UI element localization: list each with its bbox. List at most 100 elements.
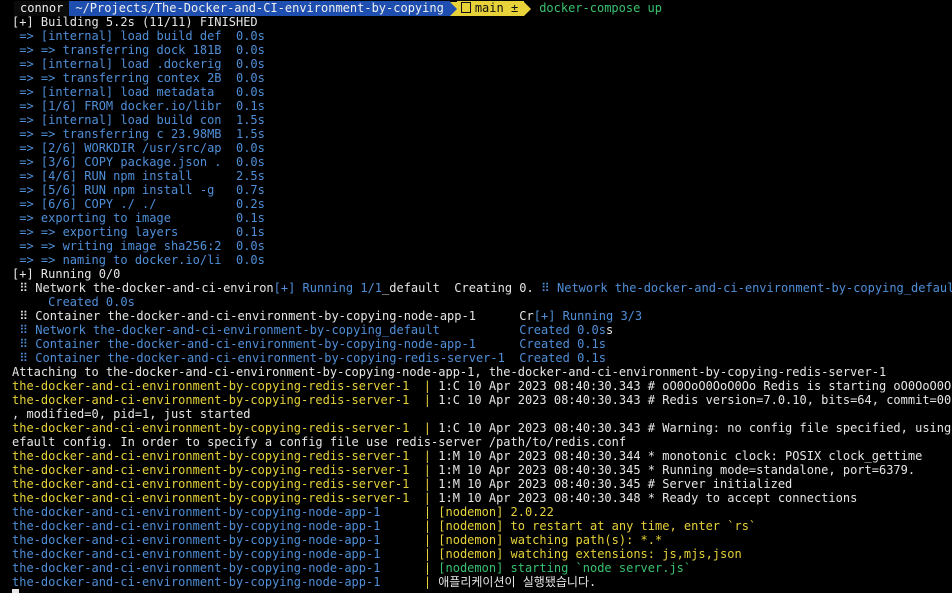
terminal-text-segment: ⠿ Container the-docker-and-ci-environmen… [12,351,606,365]
terminal-line: ⠿ Container the-docker-and-ci-environmen… [12,337,606,351]
terminal-text-segment: => [2/6] WORKDIR /usr/src/ap 0.0s [12,141,265,155]
terminal-text-segment: the-docker-and-ci-environment-by-copying… [12,491,439,505]
terminal-text-segment: 1:M 10 Apr 2023 08:40:30.348 * Ready to … [438,491,858,505]
terminal-line: efault config. In order to specify a con… [12,435,626,449]
terminal-line: the-docker-and-ci-environment-by-copying… [12,477,792,491]
git-branch-icon [460,2,471,13]
terminal-line: => [5/6] RUN npm install -g 0.7s [12,183,265,197]
terminal-line: => [internal] load metadata 0.0s [12,85,265,99]
terminal-text-segment: => => naming to docker.io/li 0.0s [12,253,265,267]
terminal-text-segment: the-docker-and-ci-environment-by-copying… [12,421,439,435]
terminal-text-segment: => => writing image sha256:2 0.0s [12,239,265,253]
terminal-text-segment: 1:C 10 Apr 2023 08:40:30.343 # Redis ver… [438,393,952,407]
terminal-text-segment: => => exporting layers 0.1s [12,225,265,239]
branch-name: main ± [474,1,519,15]
terminal-text-segment: 1:M 10 Apr 2023 08:40:30.344 * monotonic… [438,449,923,463]
terminal-text-segment: => [internal] load build def 0.0s [12,29,265,43]
terminal-text-segment: => [6/6] COPY ./ ./ 0.2s [12,197,265,211]
terminal-text-segment: the-docker-and-ci-environment-by-copying… [12,533,424,547]
terminal-line: => [4/6] RUN npm install 2.5s [12,169,265,183]
terminal-line: => [6/6] COPY ./ ./ 0.2s [12,197,265,211]
powerline-separator-icon [524,1,532,16]
terminal-line: => => naming to docker.io/li 0.0s [12,253,265,267]
terminal-text-segment: ⠿ Network the-docker-and-ci-environment-… [12,323,606,337]
terminal-line: => [3/6] COPY package.json . 0.0s [12,155,265,169]
terminal-text-segment: => [3/6] COPY package.json . 0.0s [12,155,265,169]
terminal-text-segment: 1:C 10 Apr 2023 08:40:30.343 # oO0OoO0Oo… [438,379,952,393]
terminal-line: the-docker-and-ci-environment-by-copying… [12,533,662,547]
terminal-line: => [2/6] WORKDIR /usr/src/ap 0.0s [12,141,265,155]
terminal-line: => => writing image sha256:2 0.0s [12,239,265,253]
terminal-line: ⠿ Network the-docker-and-ci-environ[+] R… [12,281,952,295]
terminal-text-segment: ⠿ Network the-docker-and-ci-environment-… [540,281,952,295]
terminal-line: the-docker-and-ci-environment-by-copying… [12,561,691,575]
terminal-line: => [internal] load build con 1.5s [12,113,265,127]
terminal-line: ⠿ Container the-docker-and-ci-environmen… [12,309,642,323]
terminal-line: , modified=0, pid=1, just started [12,407,250,421]
terminal-line: the-docker-and-ci-environment-by-copying… [12,505,554,519]
terminal-line: => exporting to image 0.1s [12,211,265,225]
terminal-line: the-docker-and-ci-environment-by-copying… [12,575,596,589]
terminal-text-segment: => exporting to image 0.1s [12,211,265,225]
terminal-line: => [internal] load build def 0.0s [12,29,265,43]
terminal-text-segment: [+] Building 5.2s (11/11) FINISHED [12,15,258,29]
terminal-line: the-docker-and-ci-environment-by-copying… [12,379,952,393]
terminal-text-segment: ⠿ Container the-docker-and-ci-environmen… [12,309,534,323]
terminal-text-segment: ⠿ Network the-docker-and-ci-environ [12,281,274,295]
terminal-text-segment: => => transferring c 23.98MB 1.5s [12,127,265,141]
terminal-line: Created 0.0s [12,295,135,309]
terminal-line: the-docker-and-ci-environment-by-copying… [12,421,952,435]
terminal-text-segment: the-docker-and-ci-environment-by-copying… [12,463,439,477]
terminal-text-segment: efault config. In order to specify a con… [12,435,627,449]
terminal-text-segment: Created 0.0s [12,295,135,309]
terminal-text-segment: Attaching to the-docker-and-ci-environme… [12,365,887,379]
terminal-line: the-docker-and-ci-environment-by-copying… [12,519,756,533]
prompt-user: connor [14,1,70,16]
prompt-path: ~/Projects/The-Docker-and-CI-environment… [69,1,450,16]
terminal-line: => => transferring contex 2B 0.0s [12,71,265,85]
terminal-text-segment: [nodemon] watching path(s): *.* [438,533,663,547]
terminal-text-segment: 애플리케이션이 실행됐습니다. [438,575,597,589]
terminal-text-segment: the-docker-and-ci-environment-by-copying… [12,449,439,463]
terminal-text-segment: the-docker-and-ci-environment-by-copying… [12,561,424,575]
terminal-line: [+] Running 0/0 [12,267,120,281]
terminal-text-segment: => => transferring dock 181B 0.0s [12,43,265,57]
terminal-line: ⠿ Container the-docker-and-ci-environmen… [12,351,606,365]
terminal-text-segment: => [internal] load metadata 0.0s [12,85,265,99]
terminal-text-segment: | [423,533,439,547]
terminal-text-segment: [+] Running 0/0 [12,267,121,281]
terminal-text-segment: [nodemon] to restart at any time, enter … [438,519,757,533]
terminal-line: the-docker-and-ci-environment-by-copying… [12,547,742,561]
terminal-text-segment: | [423,519,439,533]
terminal-text-segment: the-docker-and-ci-environment-by-copying… [12,505,424,519]
terminal-line: => => transferring dock 181B 0.0s [12,43,265,57]
powerline-separator-icon [449,1,457,16]
terminal-line: => [1/6] FROM docker.io/libr 0.1s [12,99,265,113]
terminal-line: ⠿ Network the-docker-and-ci-environment-… [12,323,613,337]
prompt-command: docker-compose up [539,1,663,15]
terminal-text-segment: => [internal] load .dockerig 0.0s [12,57,265,71]
terminal-text-segment: the-docker-and-ci-environment-by-copying… [12,519,424,533]
terminal-line: the-docker-and-ci-environment-by-copying… [12,463,915,477]
terminal-line: => => transferring c 23.98MB 1.5s [12,127,265,141]
terminal-text-segment: [nodemon] starting `node server.js` [438,561,692,575]
terminal-text-segment: the-docker-and-ci-environment-by-copying… [12,477,439,491]
terminal-cursor [12,589,19,593]
terminal-text-segment: => => transferring contex 2B 0.0s [12,71,265,85]
terminal-text-segment: => [internal] load build con 1.5s [12,113,265,127]
terminal-window[interactable]: connor ~/Projects/The-Docker-and-CI-envi… [0,0,952,593]
terminal-text-segment: => [4/6] RUN npm install 2.5s [12,169,265,183]
prompt-git-branch: main ± [456,1,525,16]
terminal-text-segment: the-docker-and-ci-environment-by-copying… [12,575,424,589]
terminal-line: Attaching to the-docker-and-ci-environme… [12,365,886,379]
terminal-text-segment: _default Creating 0. [382,281,541,295]
terminal-text-segment: s [605,323,614,337]
terminal-text-segment: 1:M 10 Apr 2023 08:40:30.345 # Server in… [438,477,793,491]
terminal-text-segment: the-docker-and-ci-environment-by-copying… [12,547,424,561]
terminal-text-segment: 1:M 10 Apr 2023 08:40:30.345 * Running m… [438,463,916,477]
terminal-line: [+] Building 5.2s (11/11) FINISHED [12,15,258,29]
terminal-line: the-docker-and-ci-environment-by-copying… [12,491,857,505]
terminal-text-segment: , modified=0, pid=1, just started [12,407,251,421]
shell-prompt: connor ~/Projects/The-Docker-and-CI-envi… [14,1,662,16]
terminal-text-segment: [nodemon] 2.0.22 [438,505,554,519]
